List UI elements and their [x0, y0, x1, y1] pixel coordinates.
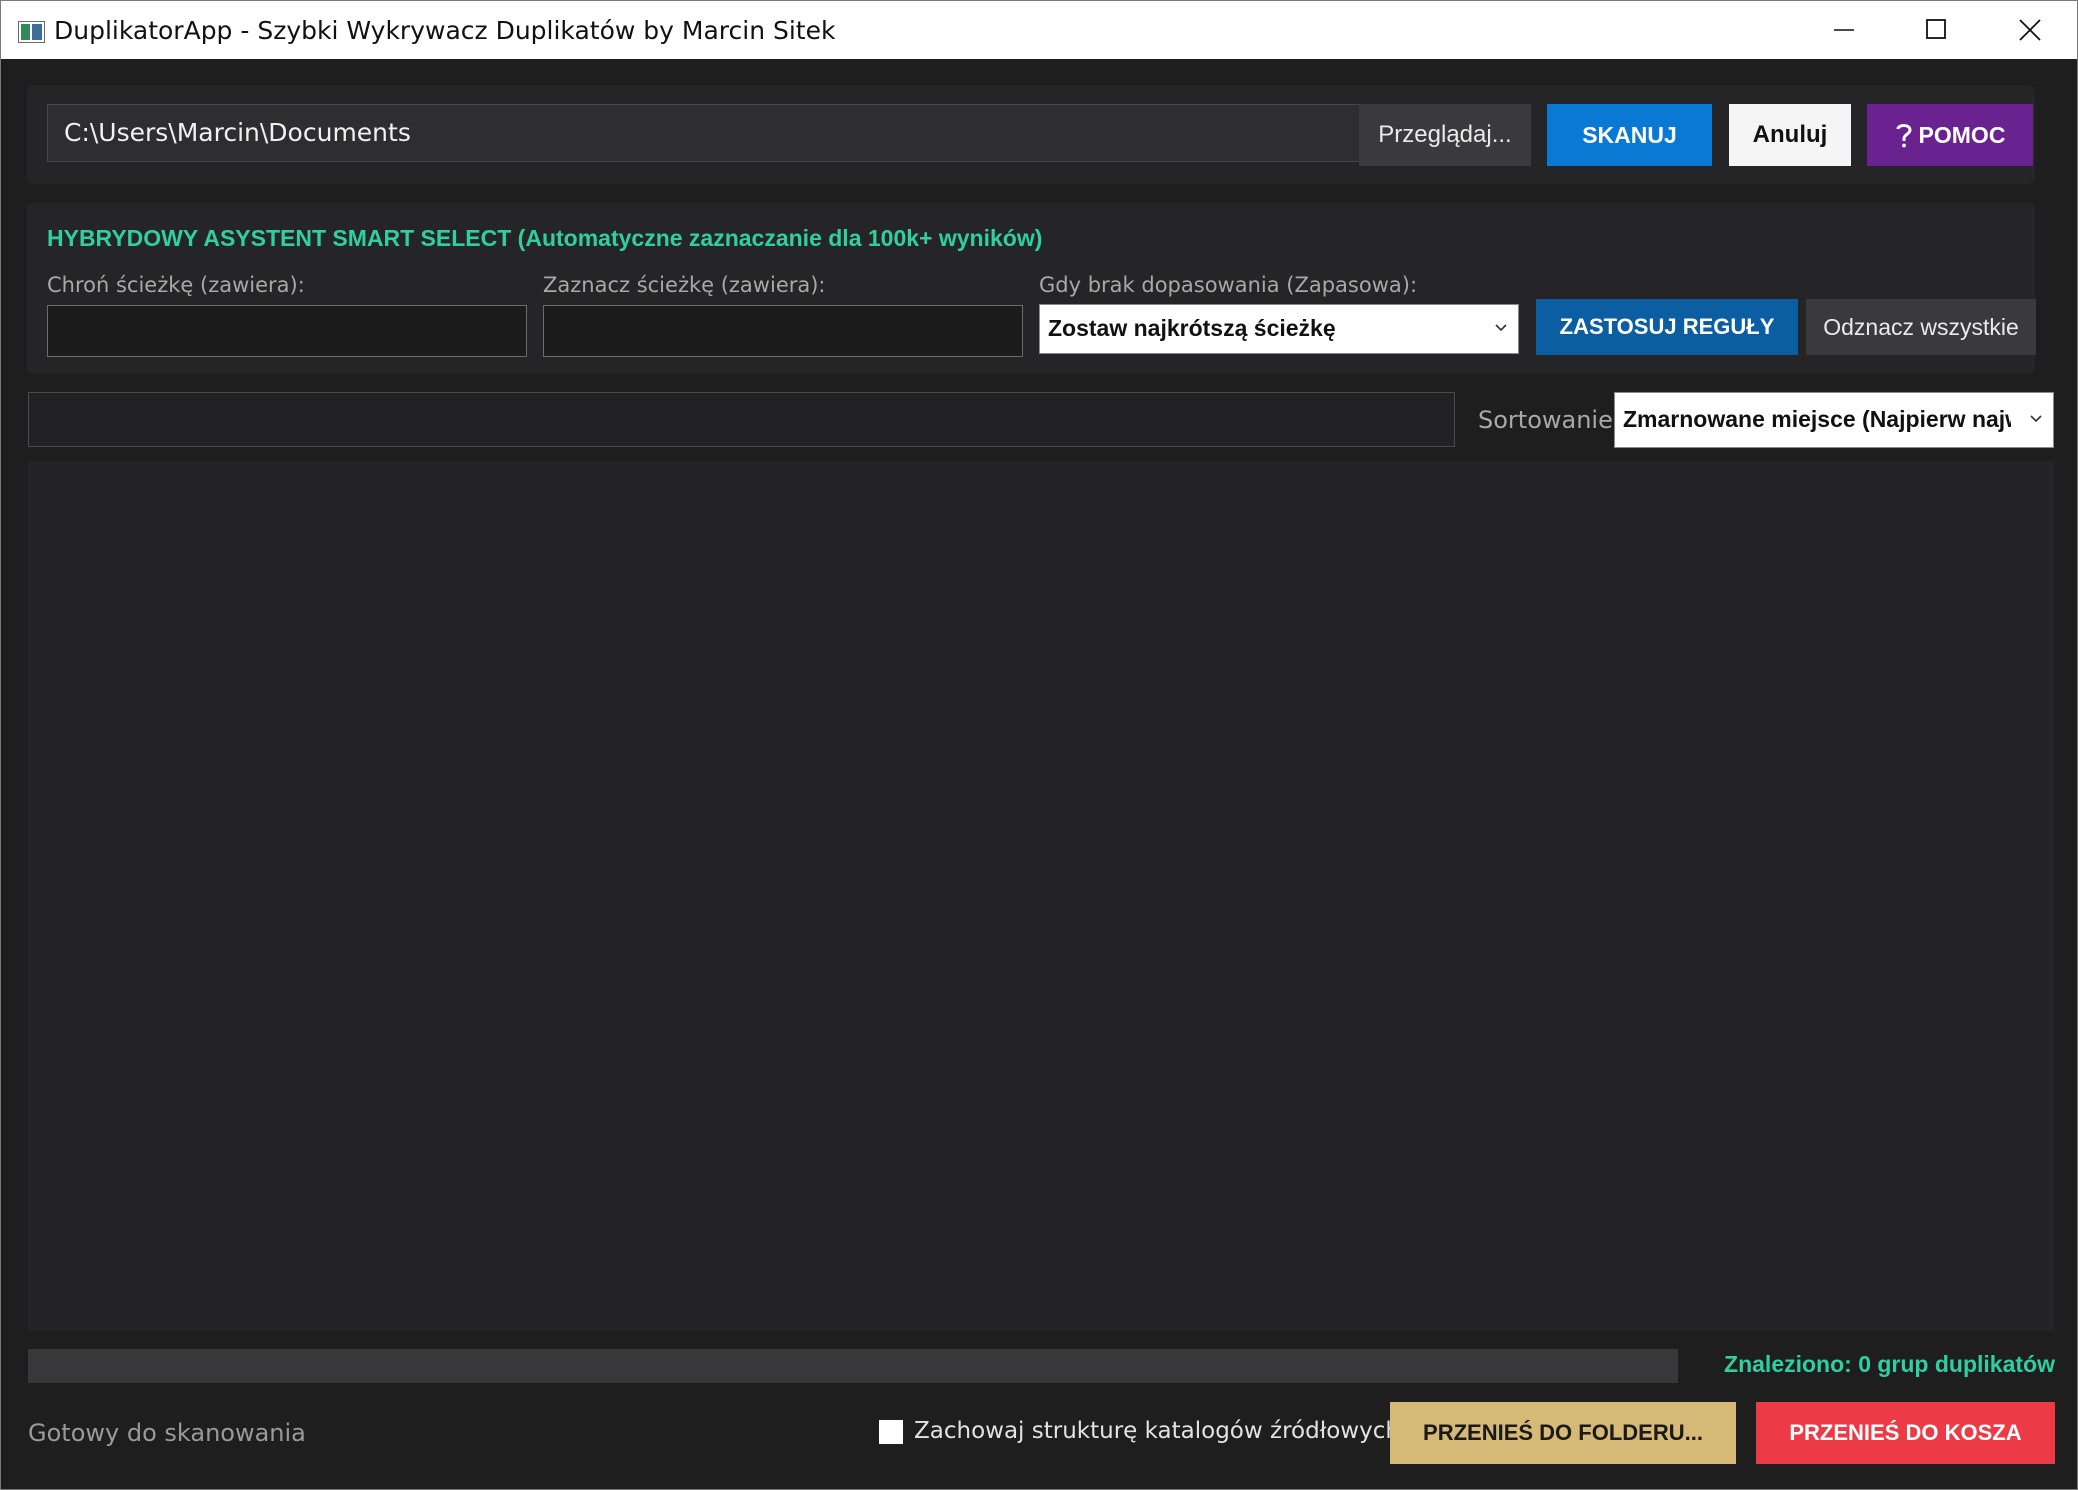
keep-structure-checkbox[interactable]: [878, 1419, 904, 1445]
protect-path-label: Chroń ścieżkę (zawiera):: [47, 273, 305, 297]
fallback-select[interactable]: Zostaw najkrótszą ścieżkę: [1039, 304, 1519, 354]
fallback-select-value: Zostaw najkrótszą ścieżkę: [1048, 315, 1336, 341]
smart-select-panel: HYBRYDOWY ASYSTENT SMART SELECT (Automat…: [27, 203, 2036, 374]
chevron-down-icon: [2029, 393, 2043, 445]
mark-path-label: Zaznacz ścieżkę (zawiera):: [543, 273, 826, 297]
browse-button[interactable]: Przeglądaj...: [1359, 104, 1531, 166]
scan-button[interactable]: SKANUJ: [1547, 104, 1712, 166]
unmark-all-button[interactable]: Odznacz wszystkie: [1806, 299, 2036, 355]
folder-path-input[interactable]: C:\Users\Marcin\Documents: [47, 104, 1365, 162]
sort-select[interactable]: Zmarnowane miejsce (Najpierw największe): [1614, 392, 2054, 448]
app-window: DuplikatorApp - Szybki Wykrywacz Duplika…: [0, 0, 2078, 1490]
status-text: Gotowy do skanowania: [28, 1419, 306, 1447]
help-button[interactable]: POMOC: [1867, 104, 2033, 166]
close-button[interactable]: [1986, 1, 2074, 59]
sort-select-value: Zmarnowane miejsce (Najpierw największe): [1623, 406, 2011, 432]
app-icon: [18, 21, 45, 43]
scan-progress-bar: [28, 1349, 1678, 1383]
minimize-button[interactable]: [1801, 1, 1889, 59]
chevron-down-icon: [1495, 324, 1507, 332]
sort-label: Sortowanie:: [1478, 406, 1621, 434]
keep-structure-label[interactable]: Zachowaj strukturę katalogów źródłowych: [914, 1418, 1400, 1444]
minimize-icon: [1834, 29, 1854, 31]
maximize-button[interactable]: [1893, 1, 1981, 59]
apply-rules-button[interactable]: ZASTOSUJ REGUŁY: [1536, 299, 1798, 355]
move-to-trash-button[interactable]: PRZENIEŚ DO KOSZA: [1756, 1402, 2055, 1464]
title-bar[interactable]: DuplikatorApp - Szybki Wykrywacz Duplika…: [1, 1, 2077, 59]
move-to-folder-button[interactable]: PRZENIEŚ DO FOLDERU...: [1390, 1402, 1736, 1464]
results-list[interactable]: [28, 461, 2054, 1331]
maximize-icon: [1926, 19, 1946, 39]
close-icon: [2019, 19, 2041, 41]
cancel-button[interactable]: Anuluj: [1729, 104, 1851, 166]
smart-select-title: HYBRYDOWY ASYSTENT SMART SELECT (Automat…: [47, 225, 1043, 251]
protect-path-input[interactable]: [47, 305, 527, 357]
question-icon: [1896, 124, 1912, 148]
scan-toolbar: C:\Users\Marcin\Documents Przeglądaj... …: [27, 85, 2035, 184]
window-title: DuplikatorApp - Szybki Wykrywacz Duplika…: [54, 16, 836, 45]
found-groups-count: Znaleziono: 0 grup duplikatów: [1724, 1351, 2055, 1377]
help-button-label: POMOC: [1918, 122, 2006, 148]
mark-path-input[interactable]: [543, 305, 1023, 357]
filter-input[interactable]: [28, 392, 1455, 447]
fallback-label: Gdy brak dopasowania (Zapasowa):: [1039, 273, 1418, 297]
